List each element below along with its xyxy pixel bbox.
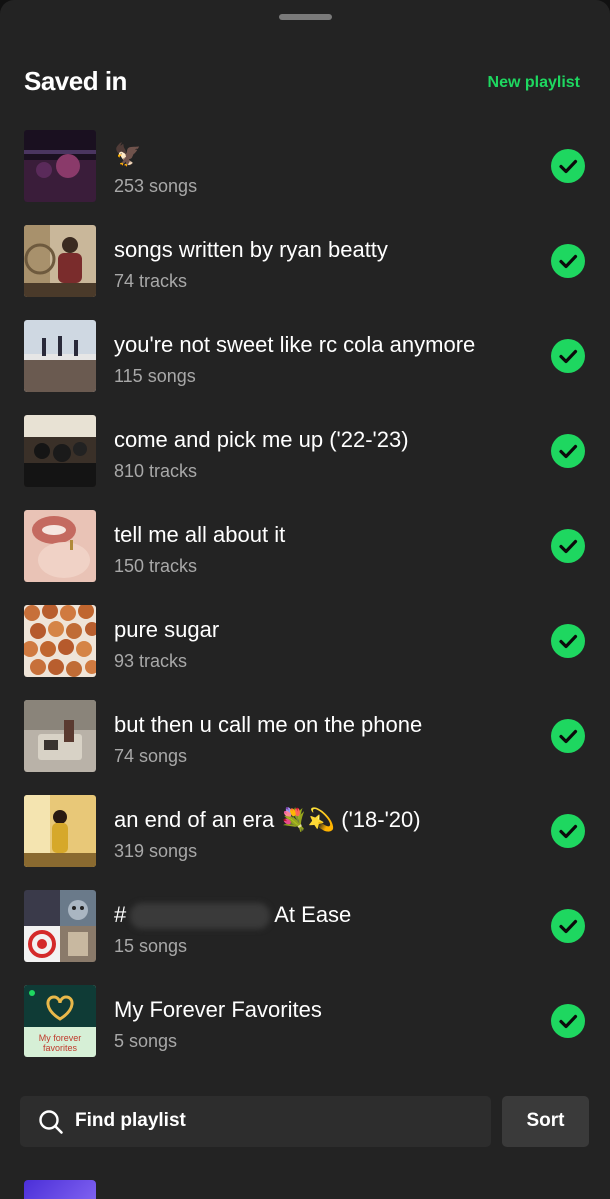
playlist-cover (24, 320, 96, 392)
playlist-row[interactable]: pure sugar 93 tracks (0, 595, 610, 690)
saved-check-icon[interactable] (551, 624, 585, 658)
playlist-title: tell me all about it (114, 522, 286, 547)
playlist-title: come and pick me up ('22-'23) (114, 427, 409, 452)
playlist-row[interactable]: come and pick me up ('22-'23) 810 tracks (0, 405, 610, 500)
playlist-title: # At Ease (114, 902, 352, 930)
playlist-count: 93 tracks (114, 651, 188, 671)
playlist-title-prefix: # (114, 902, 127, 927)
playlist-count: 810 tracks (114, 461, 198, 481)
playlist-cover (24, 700, 96, 772)
saved-check-icon[interactable] (551, 719, 585, 753)
playlist-count: 115 songs (114, 366, 196, 386)
cover-text-line1: My forever (39, 1033, 82, 1043)
playlist-row[interactable]: songs written by ryan beatty 74 tracks (0, 215, 610, 310)
playlist-count: 319 songs (114, 841, 198, 861)
sheet-header: Saved in New playlist (24, 66, 580, 102)
drag-handle[interactable] (279, 14, 332, 20)
sort-label: Sort (526, 1110, 565, 1131)
new-playlist-button[interactable]: New playlist (488, 74, 580, 92)
playlist-count: 253 songs (114, 176, 198, 196)
playlist-title: pure sugar (114, 617, 220, 642)
playlist-cover (24, 130, 96, 202)
saved-check-icon[interactable] (551, 434, 585, 468)
playlist-row[interactable]: but then u call me on the phone 74 songs (0, 690, 610, 785)
playlist-cover (24, 605, 96, 677)
saved-check-icon[interactable] (551, 244, 585, 278)
redacted-text (130, 903, 271, 930)
find-playlist-input[interactable]: Find playlist (20, 1096, 491, 1147)
playlist-cover (24, 415, 96, 487)
saved-check-icon[interactable] (551, 1004, 585, 1038)
saved-check-icon[interactable] (551, 529, 585, 563)
playlist-list: 🦅 253 songs songs written by ryan beatty… (0, 120, 610, 1070)
playlist-title: My Forever Favorites (114, 997, 322, 1022)
cover-text-line2: favorites (43, 1043, 78, 1053)
saved-check-icon[interactable] (551, 149, 585, 183)
playlist-cover (24, 890, 96, 962)
saved-check-icon[interactable] (551, 814, 585, 848)
playlist-cover (24, 510, 96, 582)
playlist-cover (24, 795, 96, 867)
playlist-row[interactable]: tell me all about it 150 tracks (0, 500, 610, 595)
playlist-count: 5 songs (114, 1031, 178, 1051)
playlist-row[interactable]: My forever favorites My Forever Favorite… (0, 975, 610, 1070)
playlist-title: songs written by ryan beatty (114, 237, 388, 262)
playlist-cover (24, 225, 96, 297)
playlist-row[interactable]: 🦅 253 songs (0, 120, 610, 215)
playlist-title: 🦅 (114, 142, 142, 167)
playlist-title-suffix: At Ease (274, 902, 352, 927)
playlist-count: 74 songs (114, 746, 188, 766)
search-icon (39, 1110, 63, 1134)
playlist-count: 150 tracks (114, 556, 198, 576)
playlist-row[interactable]: an end of an era 💐💫 ('18-'20) 319 songs (0, 785, 610, 880)
playlist-title: but then u call me on the phone (114, 712, 423, 737)
sheet-title: Saved in (24, 66, 127, 96)
playlist-count: 74 tracks (114, 271, 188, 291)
playlist-title: an end of an era 💐💫 ('18-'20) (114, 807, 421, 832)
playlist-row[interactable]: # At Ease 15 songs (0, 880, 610, 975)
playlist-cover: My forever favorites (24, 985, 96, 1057)
playlist-count: 15 songs (114, 936, 188, 956)
playlist-title: you're not sweet like rc cola anymore (114, 332, 476, 357)
saved-check-icon[interactable] (551, 339, 585, 373)
playlist-row[interactable]: you're not sweet like rc cola anymore 11… (0, 310, 610, 405)
saved-check-icon[interactable] (551, 909, 585, 943)
saved-in-sheet: Saved in New playlist 🦅 253 songs songs … (0, 0, 610, 1199)
find-playlist-placeholder: Find playlist (75, 1110, 186, 1131)
sort-button[interactable]: Sort (502, 1096, 589, 1147)
playlist-cover-partial (24, 1180, 96, 1199)
